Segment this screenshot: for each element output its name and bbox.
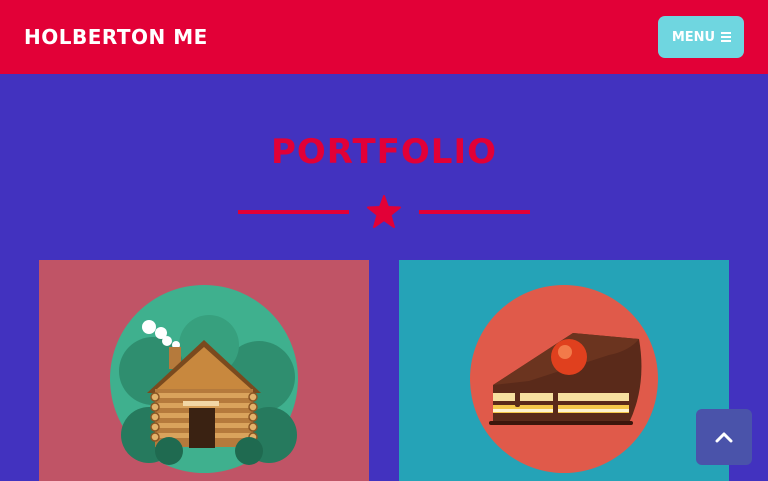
bars-icon [721, 32, 732, 42]
divider-line-left [238, 210, 349, 214]
section-title: PORTFOLIO [270, 132, 497, 172]
star-icon [367, 195, 401, 228]
cake-slice-illustration [470, 285, 658, 473]
menu-button[interactable]: MENU [658, 16, 744, 58]
brand-link[interactable]: HOLBERTON ME [24, 24, 208, 50]
portfolio-item-cabin[interactable] [39, 260, 369, 481]
log-cabin-illustration [110, 285, 298, 473]
back-to-top-button[interactable] [696, 409, 752, 465]
divider-line-right [419, 210, 530, 214]
menu-label: MENU [671, 29, 716, 45]
portfolio-item-cake[interactable] [399, 260, 729, 481]
chevron-up-icon [715, 432, 733, 443]
navbar: HOLBERTON ME MENU [0, 0, 768, 74]
